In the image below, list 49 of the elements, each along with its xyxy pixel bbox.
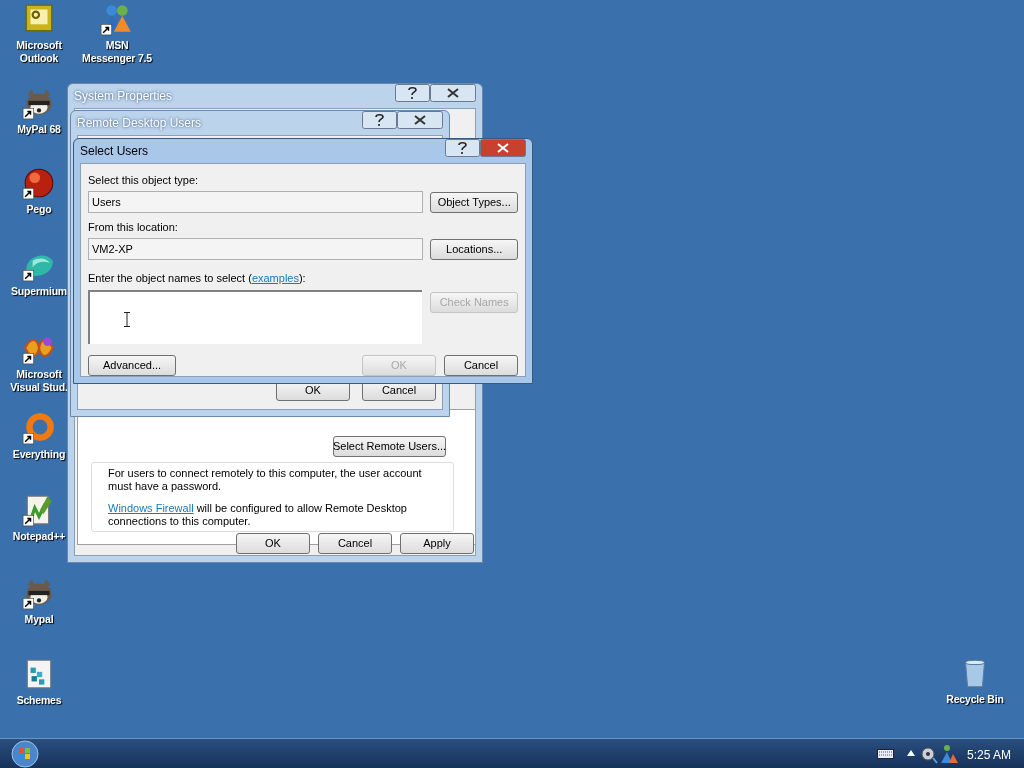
- icon-label[interactable]: Messenger 7.5: [82, 52, 152, 65]
- people-icon[interactable]: [100, 2, 134, 36]
- close-button[interactable]: [480, 139, 526, 157]
- window-title: Remote Desktop Users: [77, 115, 203, 132]
- icon-label[interactable]: Microsoft: [16, 39, 62, 52]
- ball-icon[interactable]: [22, 166, 56, 200]
- help-button[interactable]: [395, 84, 430, 102]
- help-button[interactable]: [445, 139, 480, 157]
- icon-label[interactable]: Supermium: [11, 285, 67, 298]
- field-label: From this location:: [88, 221, 179, 234]
- dialog-button[interactable]: Object Types...: [430, 191, 518, 213]
- info-text: For users to connect remotely to this computer, the user account must have a password.: [108, 467, 423, 493]
- field-label: Select this object type:: [88, 174, 200, 187]
- input-field[interactable]: Users: [88, 191, 424, 213]
- ring-icon[interactable]: [22, 411, 56, 445]
- dialog-button[interactable]: OK: [236, 533, 310, 554]
- firewall-note: Windows Firewall will be configured to allow Remote Desktop connections to this computer.: [108, 502, 408, 528]
- icon-label[interactable]: Notepad++: [12, 530, 66, 543]
- field-label: Enter the object names to select (examples):: [88, 272, 307, 285]
- close-button[interactable]: [430, 84, 476, 102]
- dialog-button[interactable]: Apply: [400, 533, 474, 554]
- dialog-button[interactable]: Cancel: [318, 533, 392, 554]
- start-button[interactable]: [11, 740, 39, 768]
- dialog-button[interactable]: Cancel: [444, 355, 518, 376]
- window-title: Select Users: [80, 143, 150, 160]
- text-cursor-icon: [124, 312, 130, 327]
- dialog-button[interactable]: Locations...: [430, 238, 518, 260]
- people-icon[interactable]: [940, 744, 958, 764]
- icon-label[interactable]: Microsoft: [16, 368, 62, 381]
- firewall-link[interactable]: Windows Firewall: [108, 502, 194, 514]
- clock[interactable]: 5:25 AM: [967, 746, 1012, 764]
- icon-label[interactable]: Schemes: [16, 694, 62, 707]
- show-hidden-icons-icon[interactable]: [907, 750, 915, 756]
- icon-label[interactable]: Visual Stud.: [10, 381, 68, 394]
- input-field[interactable]: VM2-XP: [88, 238, 424, 260]
- close-button[interactable]: [397, 111, 443, 129]
- window-title: System Properties: [74, 88, 174, 105]
- icon-label[interactable]: MSN: [105, 39, 129, 52]
- icon-label[interactable]: Pego: [26, 203, 52, 216]
- icon-label[interactable]: Everything: [12, 448, 66, 461]
- icon-label[interactable]: Mypal: [24, 613, 54, 626]
- icon-label[interactable]: Outlook: [19, 52, 59, 65]
- select-remote-users-button[interactable]: Select Remote Users...: [333, 436, 446, 457]
- object-names-field[interactable]: [88, 290, 423, 344]
- help-button[interactable]: [362, 111, 397, 129]
- icon-label[interactable]: Recycle Bin: [946, 693, 1004, 706]
- keyboard-icon[interactable]: [877, 749, 894, 759]
- advanced-button[interactable]: Advanced...: [88, 355, 176, 376]
- icon-label[interactable]: MyPal 68: [17, 123, 61, 136]
